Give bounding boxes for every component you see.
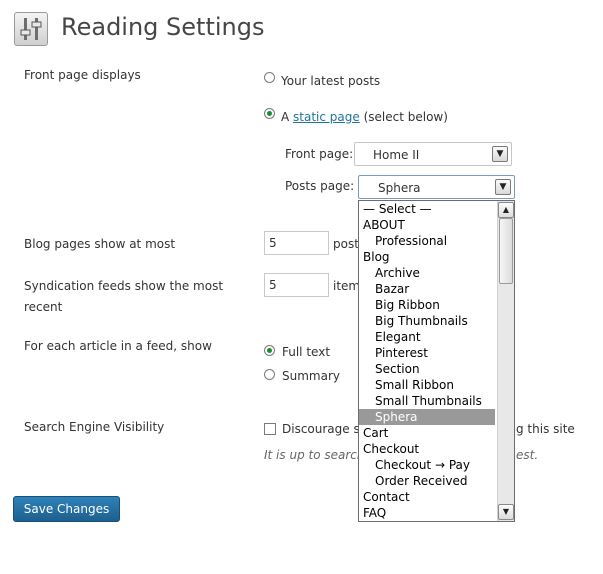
dropdown-option[interactable]: Big Ribbon	[359, 297, 495, 313]
dropdown-option[interactable]: Blog	[359, 249, 495, 265]
dropdown-options: — Select — ABOUT Professional Blog Archive Ba…	[359, 201, 514, 521]
dropdown-option[interactable]: Archive	[359, 265, 495, 281]
page-title: Reading Settings	[61, 13, 265, 41]
syndication-label-line1: Syndication feeds show the most	[24, 279, 224, 293]
front-page-select[interactable]: Home II ▼	[354, 142, 512, 166]
scroll-down-icon[interactable]: ▼	[498, 504, 514, 520]
discourage-search-checkbox[interactable]	[264, 423, 276, 435]
dropdown-option[interactable]: Bazar	[359, 281, 495, 297]
save-changes-button[interactable]: Save Changes	[13, 496, 120, 522]
visibility-hint-left: It is up to search	[264, 448, 365, 462]
settings-sliders-icon	[14, 12, 48, 46]
static-suffix: (select below)	[359, 110, 448, 124]
blog-pages-label: Blog pages show at most	[24, 237, 176, 251]
discourage-text-right: g this site	[516, 422, 575, 436]
scroll-thumb[interactable]	[499, 218, 513, 284]
dropdown-option[interactable]: Checkout	[359, 441, 495, 457]
posts-page-value: Sphera	[378, 181, 421, 195]
static-page-link[interactable]: static page	[293, 110, 360, 124]
posts-page-select[interactable]: Sphera ▼	[358, 175, 515, 199]
scroll-up-icon[interactable]: ▲	[498, 202, 514, 218]
posts-page-dropdown[interactable]: — Select — ABOUT Professional Blog Archive Ba…	[358, 200, 515, 522]
posts-page-label: Posts page:	[285, 179, 355, 193]
syndication-unit: item	[333, 279, 361, 293]
dropdown-option[interactable]: Order Received	[359, 473, 495, 489]
dropdown-option[interactable]: ABOUT	[359, 217, 495, 233]
search-visibility-label: Search Engine Visibility	[24, 420, 165, 434]
blog-pages-unit: post	[333, 237, 359, 251]
static-prefix: A	[281, 110, 294, 124]
visibility-hint-right: est.	[516, 448, 539, 462]
dropdown-option[interactable]: Cart	[359, 425, 495, 441]
blog-pages-input[interactable]: 5	[264, 231, 329, 255]
syndication-input[interactable]: 5	[264, 273, 329, 297]
dropdown-option[interactable]: Pinterest	[359, 345, 495, 361]
feed-article-label: For each article in a feed, show	[24, 339, 212, 353]
dropdown-option[interactable]: Section	[359, 361, 495, 377]
chevron-down-icon: ▼	[492, 146, 508, 162]
syndication-label-line2: recent	[24, 300, 63, 314]
discourage-text-left: Discourage s	[282, 422, 360, 436]
dropdown-option[interactable]: Elegant	[359, 329, 495, 345]
dropdown-option[interactable]: Checkout → Pay	[359, 457, 495, 473]
full-text-label: Full text	[282, 345, 331, 359]
front-page-label: Front page:	[285, 147, 354, 161]
latest-posts-label: Your latest posts	[281, 74, 381, 88]
summary-label: Summary	[282, 369, 340, 383]
radio-full-text[interactable]	[264, 345, 275, 356]
dropdown-option[interactable]: FAQ	[359, 505, 495, 521]
radio-static-page[interactable]	[264, 108, 275, 119]
dropdown-option[interactable]: Professional	[359, 233, 495, 249]
radio-latest-posts[interactable]	[264, 72, 275, 83]
static-page-option: A static page (select below)	[281, 110, 448, 124]
dropdown-option[interactable]: — Select —	[359, 201, 495, 217]
dropdown-scrollbar[interactable]: ▲ ▼	[497, 201, 514, 521]
dropdown-option[interactable]: Sphera	[359, 409, 495, 425]
chevron-down-icon: ▼	[495, 179, 511, 195]
dropdown-option[interactable]: Small Ribbon	[359, 377, 495, 393]
dropdown-option[interactable]: Small Thumbnails	[359, 393, 495, 409]
dropdown-option[interactable]: Contact	[359, 489, 495, 505]
dropdown-option[interactable]: Big Thumbnails	[359, 313, 495, 329]
front-page-displays-label: Front page displays	[24, 68, 141, 82]
front-page-value: Home II	[373, 148, 420, 162]
radio-summary[interactable]	[264, 369, 275, 380]
